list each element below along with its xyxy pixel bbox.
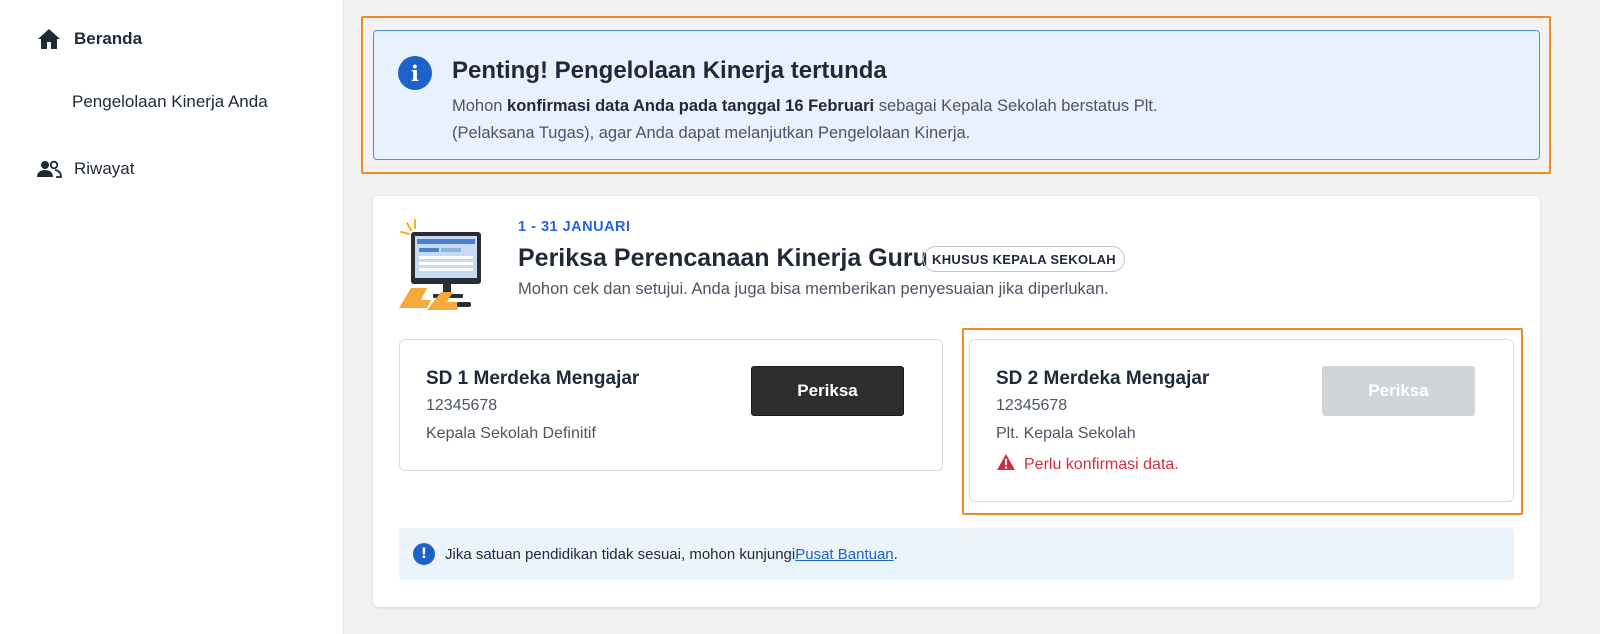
period-label: 1 - 31 JANUARI: [518, 219, 631, 235]
info-text: Jika satuan pendidikan tidak sesuai, moh…: [445, 545, 796, 563]
principal-only-badge: KHUSUS KEPALA SEKOLAH: [923, 246, 1125, 272]
info-suffix: .: [893, 545, 898, 563]
help-center-link[interactable]: Pusat Bantuan: [795, 546, 893, 563]
alert-body-bold: konfirmasi data Anda pada tanggal 16 Feb…: [507, 97, 875, 115]
sidebar-item-beranda[interactable]: Beranda: [36, 26, 142, 52]
periksa-button-sd1[interactable]: Periksa: [751, 366, 904, 416]
school-npsn: 12345678: [426, 397, 498, 414]
info-icon: i: [398, 56, 432, 90]
sidebar-item-label: Beranda: [74, 29, 143, 48]
sidebar: Beranda Pengelolaan Kinerja Anda Riwayat: [0, 0, 344, 634]
alert-body-prefix: Mohon: [452, 97, 508, 115]
school-card-sd1: SD 1 Merdeka Mengajar 12345678 Kepala Se…: [399, 339, 943, 471]
info-icon: !: [413, 543, 435, 565]
alert-title: Penting! Pengelolaan Kinerja tertunda: [452, 57, 887, 84]
highlight-outline-sd2: [962, 328, 1523, 515]
sidebar-item-label: Pengelolaan Kinerja Anda: [72, 92, 268, 111]
sidebar-item-riwayat[interactable]: Riwayat: [36, 156, 134, 182]
sidebar-item-label: Riwayat: [74, 159, 135, 178]
alert-body: Mohon konfirmasi data Anda pada tanggal …: [452, 93, 1172, 147]
pending-alert: i Penting! Pengelolaan Kinerja tertunda …: [373, 30, 1540, 160]
card-title: Periksa Perencanaan Kinerja Guru: [518, 244, 928, 272]
card-subtitle: Mohon cek dan setujui. Anda juga bisa me…: [518, 280, 1109, 298]
computer-review-illustration: [397, 218, 485, 312]
home-icon: [36, 26, 62, 52]
school-name: SD 1 Merdeka Mengajar: [426, 368, 640, 389]
school-role: Kepala Sekolah Definitif: [426, 425, 596, 442]
sidebar-item-pengelolaan-kinerja[interactable]: Pengelolaan Kinerja Anda: [72, 92, 268, 112]
help-info-bar: ! Jika satuan pendidikan tidak sesuai, m…: [399, 528, 1514, 580]
people-icon: [36, 156, 62, 182]
